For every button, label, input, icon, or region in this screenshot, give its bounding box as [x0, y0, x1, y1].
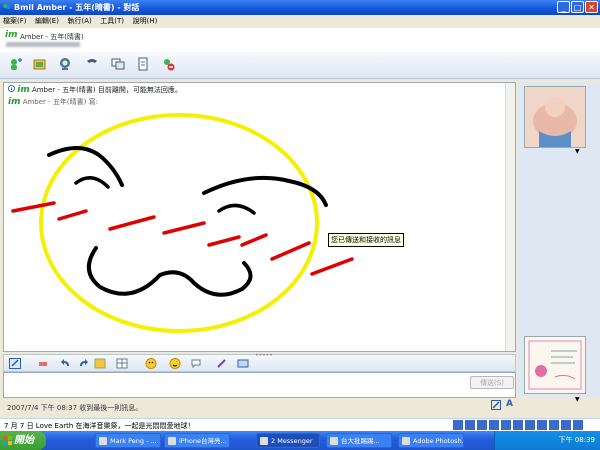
pen-color-icon[interactable] [216, 358, 228, 369]
chat-scrollbar[interactable] [505, 83, 515, 351]
task-ptt[interactable]: 台大批踢踢... [326, 433, 392, 448]
task-label: iPhone台灣亮... [179, 437, 227, 445]
blurred-status [6, 42, 80, 47]
browser-icon [168, 437, 176, 445]
task-messenger[interactable]: 2 Messenger [256, 433, 320, 448]
clock[interactable]: 下午 08:39 [559, 435, 595, 445]
handwriting-drawing [11, 113, 354, 333]
task-label: Mark Peng - ... [110, 437, 157, 445]
close-button[interactable]: ✕ [585, 1, 598, 13]
my-avatar-menu-arrow-icon[interactable]: ▼ [575, 396, 580, 403]
menu-file[interactable]: 檔案(F) [0, 15, 30, 27]
away-notice-text: Amber - 五年(晴書) 目前離開，可能無法回應。 [31, 86, 182, 94]
eraser-icon[interactable] [37, 358, 49, 369]
im-logo-sender: im [8, 97, 21, 107]
ink-mode-icon[interactable] [491, 400, 501, 410]
title-bar: Bmil Amber - 五年(晴書) - 對話 _ □ ✕ [0, 0, 600, 15]
menu-actions[interactable]: 執行(A) [64, 15, 94, 27]
resize-grip[interactable]: ••••• [255, 352, 273, 359]
text-mode-icon[interactable]: A [506, 399, 513, 409]
im-logo: im [5, 30, 18, 40]
grid-icon[interactable] [116, 358, 128, 369]
menu-help[interactable]: 說明(H) [130, 15, 161, 27]
history-tooltip: 您已傳送和接收的訊息 [328, 233, 404, 247]
task-photoshop[interactable]: Adobe Photosh... [398, 433, 464, 448]
menu-edit[interactable]: 編輯(E) [32, 15, 62, 27]
minimize-button[interactable]: _ [557, 1, 570, 13]
contact-avatar[interactable] [524, 86, 586, 148]
message-input[interactable] [3, 372, 516, 398]
status-icon-2[interactable] [465, 420, 475, 430]
phone-call-icon[interactable] [85, 57, 99, 71]
redo-icon[interactable] [77, 358, 89, 369]
status-icon-5[interactable] [501, 420, 511, 430]
taskbar: 開始 Mark Peng - ... iPhone台灣亮... 2 Messen… [0, 431, 600, 450]
undo-icon[interactable] [60, 358, 72, 369]
terminal-icon [330, 437, 338, 445]
share-icon[interactable] [111, 57, 125, 71]
status-icon-strip [453, 420, 593, 430]
windows-flag-icon [3, 436, 12, 445]
action-toolbar [0, 52, 600, 79]
status-icon-8[interactable] [537, 420, 547, 430]
webcam-icon[interactable] [58, 57, 72, 71]
handwriting-pen-icon[interactable] [9, 358, 21, 369]
task-label: 2 Messenger [271, 437, 313, 445]
background-icon[interactable] [94, 358, 106, 369]
display-picture-panel: ▼ ▼ [518, 82, 600, 403]
send-button[interactable]: 傳送(S) [470, 376, 514, 389]
task-mark-peng[interactable]: Mark Peng - ... [95, 433, 161, 448]
start-label: 開始 [14, 435, 34, 446]
info-icon [8, 85, 15, 92]
stamp-icon[interactable] [237, 358, 249, 369]
messenger-icon [3, 3, 11, 10]
status-icon-4[interactable] [489, 420, 499, 430]
messenger-icon [260, 437, 268, 445]
contact-header: im Amber - 五年(晴書) [0, 28, 600, 53]
chat-history: im Amber - 五年(晴書) 目前離開，可能無法回應。 im Amber … [3, 82, 516, 352]
window-title: Bmil Amber - 五年(晴書) - 對話 [14, 3, 140, 12]
status-icon-9[interactable] [549, 420, 559, 430]
status-icon-7[interactable] [525, 420, 535, 430]
send-file-icon[interactable] [33, 57, 47, 71]
away-notice: im Amber - 五年(晴書) 目前離開，可能無法回應。 [8, 85, 182, 95]
status-bar: 7 月 7 日 Love Earth 在海洋音樂祭，一起是光悶悶愛地球！ [0, 418, 600, 432]
status-icon-11[interactable] [573, 420, 583, 430]
activities-icon[interactable] [136, 57, 150, 71]
task-iphone[interactable]: iPhone台灣亮... [164, 433, 230, 448]
my-avatar[interactable] [524, 336, 586, 394]
window-icon [99, 437, 107, 445]
status-icon-1[interactable] [453, 420, 463, 430]
format-toolbar: ••••• [3, 352, 516, 372]
emoticon-icon[interactable] [145, 358, 157, 369]
im-logo-notice: im [17, 85, 30, 95]
status-icon-6[interactable] [513, 420, 523, 430]
start-button[interactable]: 開始 [0, 431, 46, 450]
status-icon-3[interactable] [477, 420, 487, 430]
task-label: Adobe Photosh... [413, 437, 464, 445]
system-tray: 下午 08:39 [494, 431, 600, 450]
menu-tools[interactable]: 工具(T) [97, 15, 127, 27]
task-label: 台大批踢踢... [341, 437, 380, 445]
last-message-time: 2007/7/4 下午 08:37 收到最後一則訊息。 [7, 404, 143, 412]
avatar-menu-arrow-icon[interactable]: ▼ [575, 148, 580, 155]
invite-contact-icon[interactable] [8, 57, 22, 71]
sender-line: im Amber - 五年(晴書) 寫: [8, 97, 98, 107]
sender-line-text: Amber - 五年(晴書) 寫: [22, 98, 98, 106]
nudge-icon[interactable] [190, 358, 202, 369]
status-icon-10[interactable] [561, 420, 571, 430]
maximize-button[interactable]: □ [571, 1, 584, 13]
contact-name: Amber - 五年(晴書) [20, 33, 84, 41]
photoshop-icon [402, 437, 410, 445]
menu-bar: 檔案(F) 編輯(E) 執行(A) 工具(T) 說明(H) [0, 15, 600, 29]
wink-icon[interactable] [169, 358, 181, 369]
status-text: 7 月 7 日 Love Earth 在海洋音樂祭，一起是光悶悶愛地球！ [4, 422, 195, 430]
block-contact-icon[interactable] [161, 57, 175, 71]
